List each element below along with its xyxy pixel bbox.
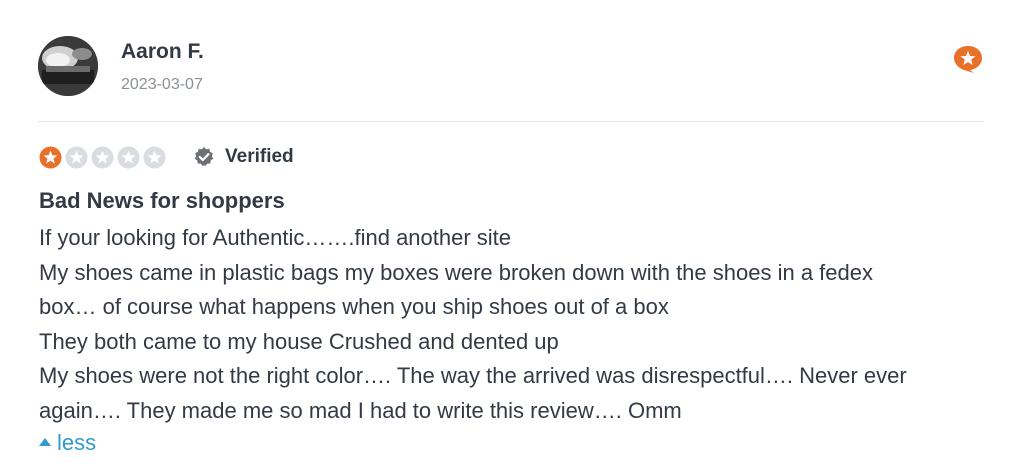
star-empty-icon — [143, 146, 166, 169]
star-rating — [39, 146, 166, 169]
review-line: If your looking for Authentic…….find ano… — [39, 225, 512, 250]
review-line: My shoes came in plastic bags my boxes w… — [39, 259, 873, 285]
review-body: If your looking for Authentic…….find ano… — [39, 221, 989, 428]
verified-badge: Verified — [193, 145, 294, 169]
review-line: My shoes were not the right color…. The … — [39, 363, 907, 388]
header-divider — [38, 121, 984, 122]
avatar[interactable] — [38, 36, 98, 96]
verified-label: Verified — [225, 146, 294, 167]
star-speech-bubble-icon[interactable] — [952, 44, 984, 74]
star-filled-icon — [39, 146, 62, 169]
show-less-link[interactable]: less — [39, 428, 96, 458]
review-title: Bad News for shoppers — [39, 188, 285, 213]
star-empty-icon — [117, 146, 140, 169]
review-line: They both came to my house Crushed and d… — [39, 328, 559, 354]
show-less-label: less — [57, 430, 97, 455]
star-empty-icon — [91, 146, 114, 169]
verified-badge-icon — [194, 147, 214, 166]
review-line: box… of course what happens when you shi… — [39, 294, 669, 319]
avatar-photo — [38, 36, 98, 96]
reviewer-name: Aaron F. — [121, 40, 204, 63]
review-date: 2023-03-07 — [121, 76, 203, 93]
review-card: Aaron F. 2023-03-07 Verified Bad News fo… — [0, 0, 1021, 467]
star-empty-icon — [65, 146, 88, 169]
caret-up-icon — [39, 438, 51, 446]
review-line: again…. They made me so mad I had to wri… — [39, 397, 682, 423]
